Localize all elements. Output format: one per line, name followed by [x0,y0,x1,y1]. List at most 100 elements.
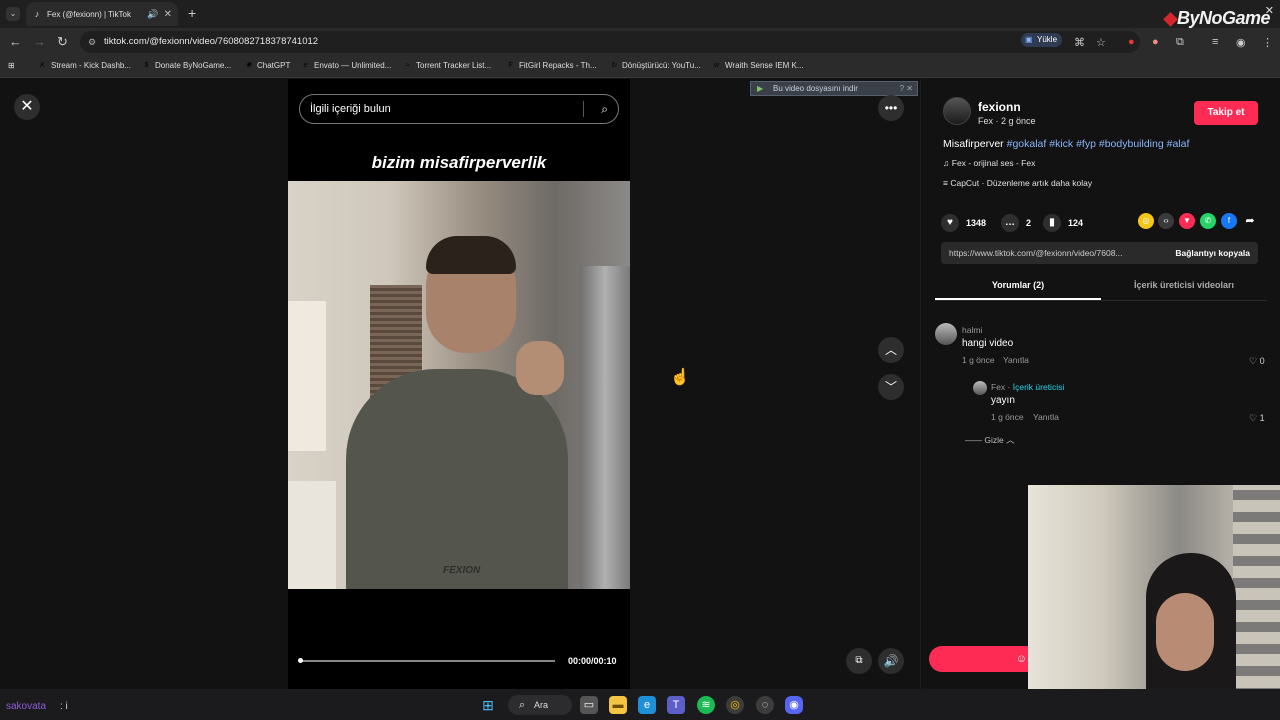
video-progress-knob[interactable] [298,658,303,663]
apps-grid-icon[interactable]: ⊞ [8,61,15,70]
close-video-button[interactable]: ✕ [14,94,40,120]
capcut-link[interactable]: ≡ CapCut · Düzenleme artık daha kolay [943,178,1092,188]
tab-comments[interactable]: Yorumlar (2) [935,280,1101,290]
save-stat[interactable]: ▮ 124 [1043,214,1083,232]
coin-share-icon[interactable]: ◎ [1138,213,1154,229]
banner-close-icon[interactable]: ? ✕ [900,82,913,95]
reply-like[interactable]: ♡ 1 [1249,413,1265,424]
previous-video-button[interactable]: ︿ [878,337,904,363]
hashtag-link[interactable]: #kick [1049,138,1073,150]
tab-creator-videos[interactable]: İçerik üreticisi videoları [1101,280,1267,290]
video-frame[interactable]: FEXION [288,181,630,589]
author-avatar[interactable] [943,97,971,125]
bookmark-donusturucu[interactable]: ↻ Dönüştürücü: YouTu... [609,61,701,70]
author-username[interactable]: fexionn [978,100,1021,114]
tab-audio-icon[interactable]: 🔊 [147,9,158,20]
torrent-icon: ≈ [405,62,410,69]
file-explorer-icon[interactable]: ▬ [609,696,627,714]
bookmark-donate-bynogame[interactable]: $ Donate ByNoGame... [142,61,232,70]
reply-reply-button[interactable]: Yanıtla [1033,412,1059,422]
window-close-icon[interactable]: ✕ [1265,4,1274,17]
hashtag-link[interactable]: #bodybuilding [1099,138,1164,150]
search-placeholder: İlgili içeriği bulun [310,103,391,115]
follow-button[interactable]: Takip et [1194,101,1258,125]
spotify-icon[interactable]: ≋ [697,696,715,714]
reply-username[interactable]: Fex · İçerik üreticisi [991,382,1064,392]
install-app-button[interactable]: Yükle [1021,33,1063,47]
comment-stat[interactable]: … 2 [1001,214,1031,232]
edge-browser-icon[interactable]: e [638,696,656,714]
tab-close-icon[interactable]: ✕ [164,9,172,20]
address-bar[interactable]: ⚙ tiktok.com/@fexionn/video/760808271837… [80,31,1140,53]
whatsapp-icon[interactable]: ✆ [1200,213,1216,229]
profile-avatar-icon[interactable]: ◉ [1236,36,1246,49]
donate-icon: $ [144,62,149,69]
obs-icon[interactable]: ◌ [756,696,774,714]
chrome-icon[interactable]: ◎ [726,696,744,714]
video-caption: Misafirperver #gokalaf #kick #fyp #bodyb… [943,138,1189,150]
miniplayer-button[interactable]: ⧉ [846,648,872,674]
download-video-banner[interactable]: ▶ Bu video dosyasını indir ? ✕ [750,81,918,96]
author-subline: Fex · 2 g önce [978,116,1036,126]
video-player[interactable]: İlgili içeriği bulun ⌕ bizim misafirperv… [288,79,630,689]
creator-badge: İçerik üreticisi [1012,382,1065,392]
tab-search-button[interactable]: ⌄ [6,7,20,21]
hashtag-link[interactable]: #fyp [1076,138,1096,150]
heart-icon: ♥ [941,214,959,232]
windows-start-icon[interactable]: ⊞ [479,696,497,714]
more-options-button[interactable]: ••• [878,95,904,121]
browser-tab[interactable]: ♪ Fex (@fexionn) | TikTok 🔊 ✕ [26,2,178,26]
reply-avatar[interactable] [973,381,987,395]
bookmarks-bar: ⊞ K Stream - Kick Dashb... $ Donate ByNoGa… [0,56,1280,78]
webcam-face [1156,593,1214,671]
reload-icon[interactable]: ↻ [57,34,68,50]
extensions-puzzle-icon[interactable]: ⧉ [1176,36,1184,49]
forward-arrow-icon[interactable]: → [33,34,46,49]
related-content-search[interactable]: İlgili içeriği bulun ⌕ [299,94,619,124]
comment-like[interactable]: ♡ 0 [1249,356,1265,367]
copy-link-button[interactable]: Bağlantıyı kopyala [1167,242,1258,264]
translate-icon[interactable]: ⌘ [1074,36,1085,49]
bookmark-chatgpt[interactable]: ✺ ChatGPT [244,61,291,70]
back-arrow-icon[interactable]: ← [9,34,22,49]
hashtag-link[interactable]: #alaf [1167,138,1190,150]
extension-pink-icon[interactable]: ● [1152,36,1159,48]
share-arrow-icon[interactable]: ➦ [1242,213,1258,229]
sound-link[interactable]: ♫ Fex - orijinal ses - Fex [943,158,1035,168]
task-view-icon[interactable]: ▭ [580,696,598,714]
site-info-icon[interactable]: ⚙ [88,31,96,53]
video-progress-bar[interactable] [299,660,555,662]
extension-red-icon[interactable]: ● [1128,36,1135,48]
hashtag-link[interactable]: #gokalaf [1007,138,1047,150]
hide-replies-button[interactable]: —— Gizle ︿ [965,434,1015,446]
bookmark-kick-dashboard[interactable]: K Stream - Kick Dashb... [38,61,131,70]
search-divider [583,101,584,117]
wraith-icon: w [713,62,720,69]
bookmark-wraith-sense[interactable]: w Wraith Sense IEM K... [712,61,804,70]
comment-username[interactable]: halmi [962,325,982,335]
search-icon[interactable]: ⌕ [601,95,608,123]
bookmark-envato[interactable]: e Envato — Unlimited... [301,61,392,70]
tab-divider [935,300,1267,301]
browser-menu-icon[interactable]: ⋮ [1262,36,1273,49]
comment-submit-button[interactable]: ☺ [929,646,1039,672]
new-tab-button[interactable]: + [188,5,196,21]
reply-button[interactable]: Yanıtla [1003,355,1029,365]
chat-message: : i [60,701,68,712]
bookmark-fitgirl[interactable]: F FitGirl Repacks - Th... [506,61,596,70]
like-stat[interactable]: ♥ 1348 [941,214,986,232]
reading-list-icon[interactable]: ≡ [1212,36,1218,48]
facebook-icon[interactable]: f [1221,213,1237,229]
share-link-text: https://www.tiktok.com/@fexionn/video/76… [949,248,1123,258]
teams-icon[interactable]: T [667,696,685,714]
volume-button[interactable]: 🔊 [878,648,904,674]
share-link-box[interactable]: https://www.tiktok.com/@fexionn/video/76… [941,242,1258,264]
bookmark-star-icon[interactable]: ☆ [1096,36,1106,49]
bookmark-torrent-tracker[interactable]: ≈ Torrent Tracker List... [403,61,492,70]
discord-icon[interactable]: ◉ [785,696,803,714]
next-video-button[interactable]: ﹀ [878,374,904,400]
taskbar-search[interactable]: Ara [508,695,572,715]
send-share-icon[interactable]: ▼ [1179,213,1195,229]
commenter-avatar[interactable] [935,323,957,345]
embed-code-icon[interactable]: ‹› [1158,213,1174,229]
